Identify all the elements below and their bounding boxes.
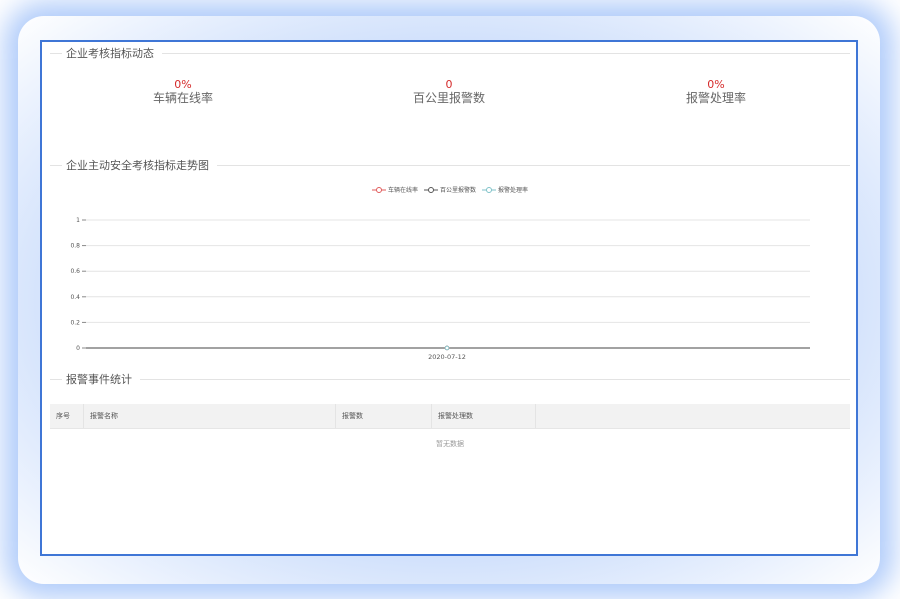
legend-marker-icon [482, 186, 497, 193]
column-header-alarm-count[interactable]: 报警数 [336, 404, 432, 428]
column-header-alarm-name[interactable]: 报警名称 [84, 404, 336, 428]
legend-marker-icon [372, 186, 386, 193]
title-rule-right [217, 164, 850, 166]
y-tick-label: 1 [76, 217, 80, 224]
kpi-label: 报警处理率 [685, 91, 746, 105]
title-rule-right [140, 378, 850, 380]
section-trend-title: 企业主动安全考核指标走势图 [66, 159, 209, 172]
legend-label: 百公里报警数 [440, 187, 477, 194]
kpi-value: 0% [174, 78, 192, 91]
section-kpi-title: 企业考核指标动态 [66, 47, 154, 60]
section-kpi-header: 企业考核指标动态 [50, 46, 850, 60]
alarm-table: 序号 报警名称 报警数 报警处理数 暂无数据 [50, 404, 850, 554]
empty-state-text: 暂无数据 [436, 440, 464, 448]
legend-label: 车辆在线率 [388, 187, 419, 194]
y-tick-label: 0.2 [70, 319, 80, 326]
chart-legend: 车辆在线率 百公里报警数 报警处理率 [372, 185, 528, 194]
title-rule-left [50, 164, 62, 166]
y-tick-label: 0.8 [70, 243, 80, 250]
section-trend-header: 企业主动安全考核指标走势图 [50, 158, 850, 172]
y-tick-label: 0 [76, 345, 80, 352]
legend-item[interactable]: 报警处理率 [482, 185, 528, 194]
legend-marker-icon [424, 186, 439, 193]
section-alarm-title: 报警事件统计 [66, 373, 132, 386]
kpi-alarms-per-100km: 0 百公里报警数 [359, 78, 539, 106]
column-header-index[interactable]: 序号 [50, 404, 84, 428]
y-tick-label: 0.4 [70, 294, 80, 301]
kpi-alarm-handling-rate: 0% 报警处理率 [626, 78, 806, 106]
y-tick-label: 0.6 [70, 268, 80, 275]
trend-line-chart: 1 0.8 0.6 0.4 0.2 0 2020-07-12 [70, 217, 810, 361]
dashboard-panel: 企业考核指标动态 0% 车辆在线率 0 百公里报警数 0% 报警处理率 企业主动… [40, 40, 858, 556]
column-header-extra [536, 404, 850, 428]
data-point[interactable] [444, 345, 450, 351]
kpi-value: 0% [707, 78, 725, 91]
kpi-label: 百公里报警数 [412, 91, 485, 105]
x-tick-label: 2020-07-12 [428, 353, 466, 361]
title-rule-left [50, 378, 62, 380]
section-alarm-header: 报警事件统计 [50, 372, 850, 386]
column-header-handled-count[interactable]: 报警处理数 [432, 404, 536, 428]
legend-item[interactable]: 车辆在线率 [372, 185, 418, 194]
legend-item[interactable]: 百公里报警数 [424, 185, 476, 194]
legend-label: 报警处理率 [498, 187, 529, 194]
title-rule-right [162, 52, 850, 54]
kpi-label: 车辆在线率 [152, 91, 213, 105]
kpi-value: 0 [445, 78, 453, 91]
kpi-vehicle-online-rate: 0% 车辆在线率 [93, 78, 273, 106]
table-header: 序号 报警名称 报警数 报警处理数 [50, 404, 850, 429]
title-rule-left [50, 52, 62, 54]
